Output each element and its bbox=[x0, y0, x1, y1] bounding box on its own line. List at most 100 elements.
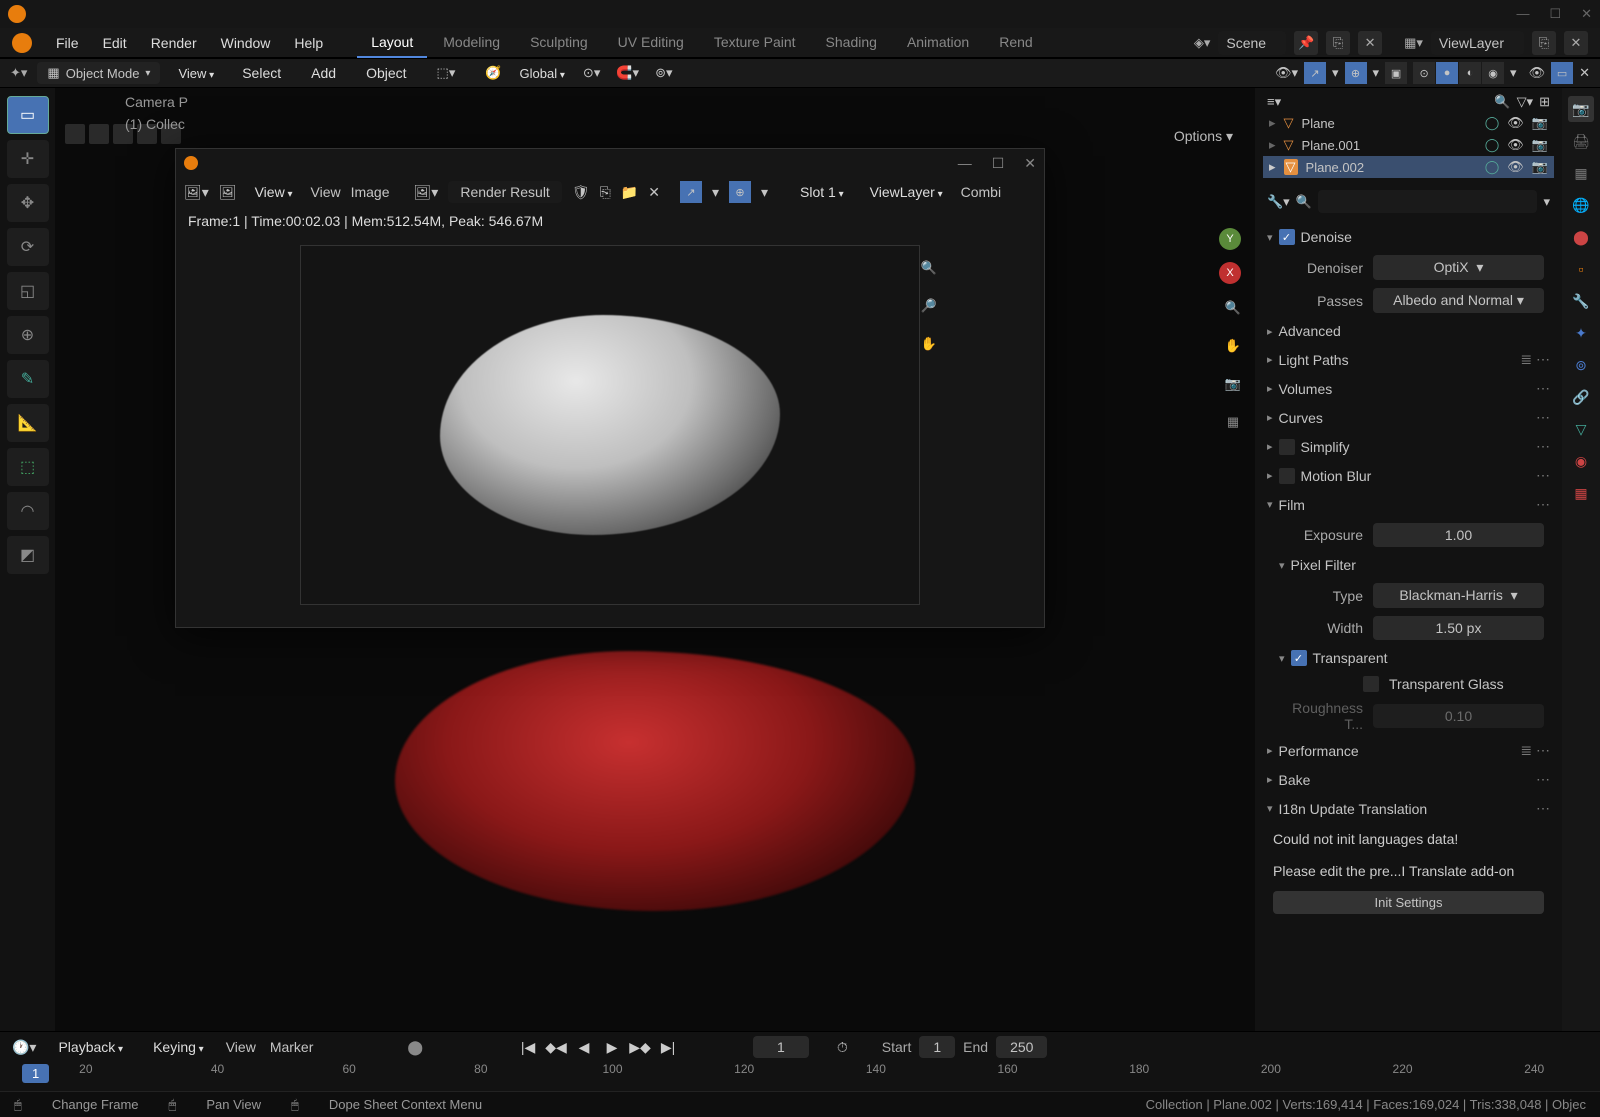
props-options-icon[interactable]: ▾ bbox=[1543, 194, 1550, 210]
transparent-glass-checkbox[interactable]: ✓ bbox=[1363, 676, 1379, 692]
gizmo-dropdown-icon[interactable]: ▾ bbox=[1332, 65, 1339, 81]
unlink-icon[interactable]: ✕ bbox=[648, 184, 660, 201]
close-something-icon[interactable]: ✕ bbox=[1579, 65, 1590, 81]
drag-icon[interactable]: ⋯ bbox=[1536, 496, 1550, 513]
render-toggle-icon[interactable]: 📷 bbox=[1532, 159, 1548, 175]
panel-volumes-header[interactable]: ▸Volumes⋯ bbox=[1263, 374, 1554, 403]
window-maximize-button[interactable]: ☐ bbox=[1549, 6, 1561, 22]
outliner-row[interactable]: ▸▽ Plane.001 ◯ 👁 📷 bbox=[1263, 134, 1554, 156]
scene-add-button[interactable]: ⎘ bbox=[1326, 31, 1350, 55]
workspace-tab-rendering[interactable]: Rend bbox=[985, 28, 1046, 58]
scene-remove-button[interactable]: ✕ bbox=[1358, 31, 1382, 55]
select-mode-icon-2[interactable] bbox=[89, 124, 109, 144]
visibility-icon[interactable]: 👁▾ bbox=[1275, 65, 1298, 81]
xray-toggle[interactable]: ▣ bbox=[1385, 62, 1407, 84]
overlay-dropdown-icon[interactable]: ▾ bbox=[1373, 65, 1380, 81]
perspective-toggle-icon[interactable]: ▦ bbox=[1219, 408, 1247, 436]
render-zoom-icon[interactable]: 🔍 bbox=[915, 254, 943, 282]
outliner-filter-icon[interactable]: ▽▾ bbox=[1517, 94, 1534, 110]
render-pass-selector[interactable]: Combi bbox=[961, 184, 1001, 200]
window-minimize-button[interactable]: — bbox=[1516, 6, 1529, 22]
orientation-selector[interactable]: Global bbox=[512, 63, 573, 84]
transparent-checkbox[interactable]: ✓ bbox=[1291, 650, 1307, 666]
pan-hand-icon[interactable]: ✋ bbox=[1219, 332, 1247, 360]
props-type-icon[interactable]: 🔧▾ bbox=[1267, 194, 1290, 210]
drag-icon[interactable]: ⋯ bbox=[1536, 771, 1550, 788]
filter-type-value[interactable]: Blackman-Harris ▾ bbox=[1373, 583, 1544, 608]
rotate-tool[interactable]: ⟳ bbox=[7, 228, 49, 266]
add-menu[interactable]: Add bbox=[301, 61, 346, 85]
denoiser-value[interactable]: OptiX ▾ bbox=[1373, 255, 1544, 280]
panel-i18n-header[interactable]: ▾I18n Update Translation⋯ bbox=[1263, 794, 1554, 823]
render-image-menu[interactable]: Image bbox=[351, 184, 390, 200]
browse-image-icon[interactable]: 🖼 bbox=[219, 184, 237, 201]
init-settings-button[interactable]: Init Settings bbox=[1273, 891, 1544, 914]
denoise-checkbox[interactable]: ✓ bbox=[1279, 229, 1295, 245]
render-overlay-dropdown[interactable]: ▾ bbox=[712, 184, 719, 201]
render-window-minimize[interactable]: — bbox=[958, 155, 972, 172]
prop-tab-viewlayer[interactable]: ▦ bbox=[1568, 160, 1594, 186]
prop-tab-modifiers[interactable]: 🔧 bbox=[1568, 288, 1594, 314]
prop-tab-material[interactable]: ◉ bbox=[1568, 448, 1594, 474]
jump-start-button[interactable]: |◀ bbox=[517, 1036, 539, 1058]
prop-tab-render[interactable]: 📷 bbox=[1568, 96, 1594, 122]
snap-icon[interactable]: 🧲▾ bbox=[616, 65, 639, 81]
timeline-view-menu[interactable]: View bbox=[226, 1039, 256, 1055]
render-window-close[interactable]: ✕ bbox=[1024, 155, 1036, 172]
mode-selector[interactable]: ▦ Object Mode ▾ bbox=[37, 62, 160, 84]
outliner-new-collection-icon[interactable]: ⊞ bbox=[1539, 94, 1550, 110]
image-datablock-icon[interactable]: 🖼▾ bbox=[414, 184, 439, 201]
outliner-search-icon[interactable]: 🔍 bbox=[1494, 94, 1510, 110]
panel-motionblur-header[interactable]: ▸✓Motion Blur⋯ bbox=[1263, 461, 1554, 490]
prop-tab-physics[interactable]: ⊚ bbox=[1568, 352, 1594, 378]
material-icon[interactable]: ◯ bbox=[1485, 159, 1500, 175]
prop-tab-output[interactable]: 🖨 bbox=[1568, 128, 1594, 154]
browse-viewlayer-icon[interactable]: ▦▾ bbox=[1404, 35, 1423, 51]
panel-advanced-header[interactable]: ▸Advanced bbox=[1263, 317, 1554, 345]
window-close-button[interactable]: ✕ bbox=[1581, 6, 1592, 22]
drag-icon[interactable]: ⋯ bbox=[1536, 409, 1550, 426]
workspace-tab-modeling[interactable]: Modeling bbox=[429, 28, 514, 58]
playback-menu[interactable]: Playback bbox=[50, 1036, 131, 1058]
render-result-field[interactable]: Render Result bbox=[448, 181, 562, 203]
render-view2-menu[interactable]: View bbox=[311, 184, 341, 200]
panel-lightpaths-header[interactable]: ▸Light Paths ≣ ⋯ bbox=[1263, 345, 1554, 374]
shading-dropdown-icon[interactable]: ▾ bbox=[1510, 65, 1517, 81]
properties-search-input[interactable] bbox=[1318, 190, 1538, 213]
prop-tab-scene[interactable]: 🌐 bbox=[1568, 192, 1594, 218]
render-pan-icon[interactable]: ✋ bbox=[915, 330, 943, 358]
scene-pin-icon[interactable]: 📌 bbox=[1294, 31, 1318, 55]
object-menu[interactable]: Object bbox=[356, 61, 416, 85]
timeline-ruler[interactable]: 1 20 40 60 80 100 120 140 160 180 200 22… bbox=[0, 1062, 1600, 1090]
exposure-value[interactable]: 1.00 bbox=[1373, 523, 1544, 547]
keying-menu[interactable]: Keying bbox=[145, 1036, 212, 1058]
filter-width-value[interactable]: 1.50 px bbox=[1373, 616, 1544, 640]
camera-view-toggle[interactable]: ▭ bbox=[1551, 62, 1573, 84]
prop-tab-data[interactable]: ▽ bbox=[1568, 416, 1594, 442]
render-zoom2-icon[interactable]: 🔎 bbox=[915, 292, 943, 320]
add-cube-tool[interactable]: ⬚ bbox=[7, 448, 49, 486]
panel-transparent-header[interactable]: ▾ ✓ Transparent bbox=[1263, 644, 1554, 672]
prop-tab-world[interactable]: ⬤ bbox=[1568, 224, 1594, 250]
select-mode-icon[interactable] bbox=[65, 124, 85, 144]
render-view-menu[interactable]: View bbox=[247, 181, 301, 203]
editor-type-image-icon[interactable]: 🖼▾ bbox=[184, 184, 209, 201]
axis-gizmo-x[interactable]: X bbox=[1219, 262, 1241, 284]
menu-window[interactable]: Window bbox=[211, 31, 281, 55]
transform-tool[interactable]: ⊕ bbox=[7, 316, 49, 354]
annotate-tool[interactable]: ✎ bbox=[7, 360, 49, 398]
simplify-checkbox[interactable]: ✓ bbox=[1279, 439, 1295, 455]
camera-view-icon[interactable]: 📷 bbox=[1219, 370, 1247, 398]
cursor-tool[interactable]: ✛ bbox=[7, 140, 49, 178]
viewport-3d[interactable]: Camera P (1) Collec Options ▾ Y X 🔍 ✋ 📷 … bbox=[55, 88, 1255, 1031]
gizmo-toggle[interactable]: ↗ bbox=[1304, 62, 1326, 84]
overlay-toggle[interactable]: ⊕ bbox=[1345, 62, 1367, 84]
workspace-tab-animation[interactable]: Animation bbox=[893, 28, 983, 58]
presets-icon[interactable]: ≣ ⋯ bbox=[1520, 742, 1550, 759]
render-toggle-icon[interactable]: 📷 bbox=[1532, 137, 1548, 153]
current-frame-marker[interactable]: 1 bbox=[22, 1064, 49, 1083]
shading-rendered[interactable]: ◉ bbox=[1482, 62, 1504, 84]
drag-icon[interactable]: ⋯ bbox=[1536, 467, 1550, 484]
workspace-tab-uv[interactable]: UV Editing bbox=[604, 28, 698, 58]
axis-gizmo-y[interactable]: Y bbox=[1219, 228, 1241, 250]
